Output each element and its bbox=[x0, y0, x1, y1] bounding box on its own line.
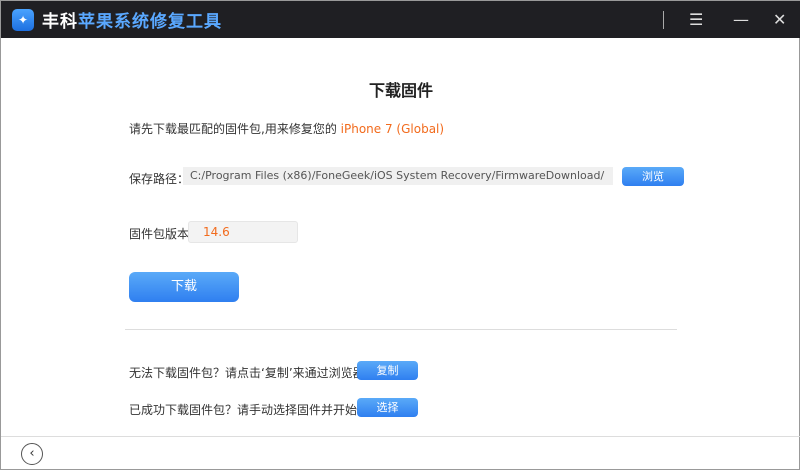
divider bbox=[125, 329, 677, 330]
copy-button[interactable]: 复制 bbox=[357, 361, 418, 380]
intro-label: 请先下载最匹配的固件包,用来修复您的 bbox=[129, 122, 337, 136]
divider bbox=[663, 11, 664, 29]
save-path-field[interactable]: C:/Program Files (x86)/FoneGeek/iOS Syst… bbox=[183, 167, 613, 185]
brand-name: 丰科 bbox=[42, 12, 78, 32]
save-path-label: 保存路径： bbox=[129, 172, 190, 186]
title-bar: ✦ 丰科苹果系统修复工具 ☰ — ✕ bbox=[1, 1, 800, 38]
page-title: 下载固件 bbox=[368, 81, 433, 100]
download-button[interactable]: 下载 bbox=[129, 272, 239, 302]
close-icon[interactable]: ✕ bbox=[773, 1, 786, 38]
product-name: 苹果系统修复工具 bbox=[78, 12, 222, 32]
select-button[interactable]: 选择 bbox=[357, 398, 418, 417]
version-select[interactable]: 14.6 bbox=[188, 221, 298, 243]
browse-button[interactable]: 浏览 bbox=[622, 167, 684, 186]
shield-wrench-logo-icon: ✦ bbox=[12, 8, 34, 31]
version-label: 固件包版本: bbox=[129, 227, 194, 241]
copy-hint: 无法下载固件包？请点击‘复制’来通过浏览器下载 bbox=[129, 366, 389, 380]
select-hint: 已成功下载固件包？请手动选择固件并开始修复 bbox=[129, 403, 382, 417]
app-title: 丰科苹果系统修复工具 bbox=[42, 7, 222, 32]
back-arrow-icon[interactable]: ‹ bbox=[21, 443, 43, 465]
footer-divider bbox=[1, 436, 800, 437]
minimize-icon[interactable]: — bbox=[733, 1, 749, 38]
intro-text: 请先下载最匹配的固件包,用来修复您的 iPhone 7 (Global) bbox=[129, 120, 444, 137]
menu-icon[interactable]: ☰ bbox=[689, 1, 703, 38]
device-name: iPhone 7 (Global) bbox=[340, 122, 445, 136]
